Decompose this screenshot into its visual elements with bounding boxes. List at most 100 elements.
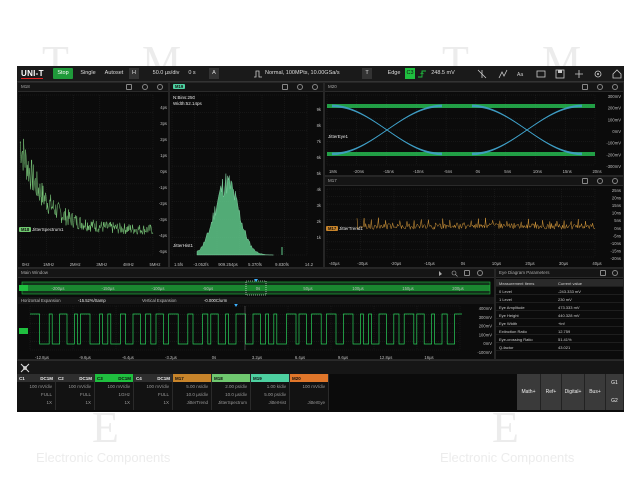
overview-tick-label: -200µs [52, 286, 65, 291]
settings-icon[interactable] [597, 84, 603, 90]
cursor-icon[interactable] [477, 69, 487, 79]
overview-tick-label: 200µs [452, 286, 464, 291]
y-tick-label: 7k [317, 139, 322, 144]
m18-plot[interactable]: 4ps 3ps 2ps 1ps 0ps -1ps -2ps -3ps -4ps -5ps 0Hz 1M… [18, 93, 168, 269]
math-card[interactable]: M17 5.00 ns/div 10.0 µs/div JitterTrend [173, 374, 212, 410]
trigger-type-readout[interactable]: Edge [385, 68, 403, 79]
x-tick-label: 909.254ps [218, 262, 238, 267]
main-waveform-plot[interactable]: 400mV300mV200mV100mV0mV-100mV-12.8µs -9.6… [18, 304, 494, 361]
top-toolbar: UNI-T Stop Single Autoset H 50.0 µs/div … [17, 66, 624, 82]
g1-button[interactable]: G1 [606, 374, 624, 392]
eye-parameter-row: 0 Level -243.333 mV [496, 287, 623, 295]
maximize-icon[interactable] [464, 270, 470, 276]
x-tick-label: 1Ms [329, 169, 337, 174]
channel-card[interactable]: C4 DC1M 100 mV/div FULL 1X [134, 374, 173, 410]
m17-plot[interactable]: 25ns 20ns 15ns 10ns 5ns 0ns -5ns -10ns -15ns -20n… [325, 187, 623, 269]
maximize-icon[interactable] [282, 84, 288, 90]
autoset-button[interactable]: Autoset [102, 68, 126, 79]
x-tick-label: 2MHz [70, 262, 81, 267]
eye-parameter-row: Eye Width +inf [496, 319, 623, 327]
eye-transition-trace [331, 104, 443, 154]
horizontal-menu-button[interactable]: H [129, 68, 139, 79]
card-source: JitterSpectrum [217, 400, 247, 405]
pointer-icon[interactable] [437, 270, 444, 277]
eye-transition-trace [471, 105, 583, 154]
close-icon[interactable] [612, 270, 618, 276]
main-window-header: Main Window [18, 269, 494, 278]
card-offset: 10.0 µs/div [186, 392, 208, 397]
utility-icon[interactable] [574, 69, 584, 79]
card-scale: 100 mV/div [302, 384, 325, 389]
digital-add-button[interactable]: Digital+ [562, 374, 585, 410]
eye-parameter-value: 43.021 [558, 344, 571, 350]
acquisition-mode-readout[interactable]: Normal, 100MPts, 10.00GSa/s [265, 68, 355, 79]
eye-transition-trace [471, 106, 583, 156]
g2-button[interactable]: G2 [606, 392, 624, 410]
math-card[interactable]: M19 1.00 k/div 5.00 ps/div JitterHist [251, 374, 290, 410]
channel-card[interactable]: C2 DC1M 100 mV/div FULL 1X [56, 374, 95, 410]
h-expansion-value[interactable]: -15.52%/Samp [78, 298, 106, 303]
display-icon[interactable] [536, 69, 546, 79]
channel-card[interactable]: C3 DC1M 100 mV/div 1GHz 1X [95, 374, 134, 410]
card-coupling: DC1M [79, 375, 92, 381]
eye-parameter-name: 1 Level [499, 296, 512, 302]
single-button[interactable]: Single [78, 68, 98, 79]
eye-transition-trace [331, 104, 443, 154]
card-header: C1 DC1M [17, 374, 55, 382]
maximize-icon[interactable] [126, 84, 132, 90]
y-tick-label: 0ns [614, 226, 621, 231]
c3-waveform-trace [30, 313, 462, 345]
settings-icon[interactable] [297, 84, 303, 90]
y-tick-label: 20ns [612, 196, 621, 201]
main-window-title: Main Window [21, 270, 49, 275]
settings-icon[interactable] [142, 84, 148, 90]
measure-icon[interactable] [498, 69, 508, 79]
autoscale-icon[interactable]: Aa [517, 69, 527, 79]
run-stop-button[interactable]: Stop [53, 68, 73, 79]
math-add-button[interactable]: Math+ [517, 374, 541, 410]
column-header-value: Current value [558, 280, 583, 286]
trigger-source-badge[interactable]: C3 [405, 68, 415, 79]
zoom-icon[interactable] [451, 270, 458, 277]
bus-add-button[interactable]: Bus+ [585, 374, 606, 410]
h-expansion-label: Horizontal Expansion [21, 298, 61, 303]
close-icon[interactable] [612, 84, 618, 90]
horizontal-offset-readout[interactable]: 0 s [185, 68, 199, 79]
spectrum-trace [19, 138, 154, 236]
maximize-icon[interactable] [600, 270, 606, 276]
acquire-menu-button[interactable]: A [209, 68, 219, 79]
trigger-menu-button[interactable]: T [362, 68, 372, 79]
overview-strip[interactable]: -200µs -150µs -100µs -50µs 0s 50µs 100µs 150µs 2… [18, 279, 494, 297]
trigger-level-readout[interactable]: 248.5 mV [429, 68, 457, 79]
svg-text:Aa: Aa [517, 72, 523, 78]
settings-icon[interactable] [597, 178, 603, 184]
tools-icon[interactable] [20, 363, 30, 373]
settings-icon[interactable] [477, 270, 483, 276]
maximize-icon[interactable] [582, 84, 588, 90]
channel-card[interactable]: C1 DC1M 100 mV/div FULL 1X [17, 374, 56, 410]
math-card[interactable]: M20 100 mV/div JitterEye [290, 374, 329, 410]
ref-add-button[interactable]: Ref+ [541, 374, 562, 410]
settings-gear-icon[interactable] [593, 69, 603, 79]
close-icon[interactable] [157, 84, 163, 90]
card-name: M17 [175, 375, 184, 381]
y-tick-label: -15ns [611, 248, 621, 253]
eye-parameter-name: Eye Height [499, 312, 519, 318]
eye-transition-trace [331, 106, 443, 156]
brand-logo: UNI-T [21, 69, 44, 78]
save-icon[interactable] [555, 69, 565, 79]
home-icon[interactable] [612, 69, 622, 79]
x-tick-label: 5MHz [150, 262, 161, 267]
overview-tick-label: -100µs [152, 286, 165, 291]
math-card[interactable]: M18 2.00 ps/div 10.0 µs/div JitterSpectrum [212, 374, 251, 410]
v-expansion-value[interactable]: -0.000C/urm [204, 298, 227, 303]
timebase-readout[interactable]: 50.0 µs/div [149, 68, 183, 79]
m20-plot[interactable]: 300mV 200mV 100mV 0mV -100mV -200mV -300mV 1Ms -… [325, 93, 623, 177]
m17-trace-badge: M17 [326, 226, 339, 231]
close-icon[interactable] [612, 178, 618, 184]
close-icon[interactable] [312, 84, 318, 90]
card-probe: 1X [163, 400, 169, 405]
x-tick-label: 14.2 [305, 262, 314, 267]
card-scale: 5.00 ns/div [186, 384, 208, 389]
maximize-icon[interactable] [582, 178, 588, 184]
